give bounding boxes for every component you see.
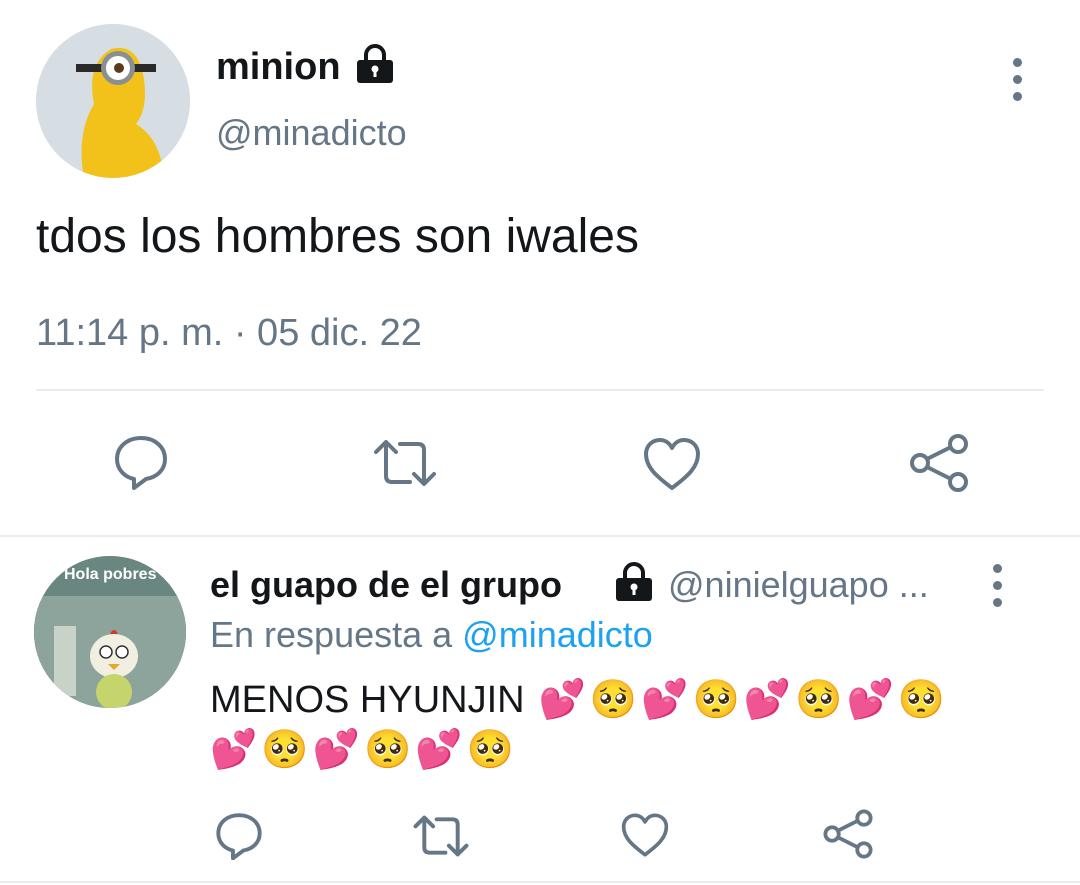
emoji: 🥺 <box>692 679 740 721</box>
tweet-text: tdos los hombres son iwales <box>36 210 639 263</box>
reply-icon[interactable] <box>214 810 264 860</box>
author-name[interactable]: minion <box>216 44 341 90</box>
reply-author-handle[interactable]: @ninielguapo ... <box>668 562 929 608</box>
emoji: 🥺 <box>466 729 514 771</box>
lock-icon <box>612 562 656 602</box>
emoji: 💕 <box>641 679 689 721</box>
tweet-timestamp: 11:14 p. m. · 05 dic. 22 <box>36 312 422 354</box>
emoji: 🥺 <box>261 729 309 771</box>
emoji: 💕 <box>415 729 463 771</box>
reply-prefix: En respuesta a <box>210 614 453 655</box>
reply-text-line2: 💕 🥺 💕 🥺 💕 🥺 <box>210 722 514 778</box>
bottom-divider <box>0 881 1080 883</box>
like-icon[interactable] <box>620 812 670 858</box>
avatar-caption: Hola pobres <box>64 566 157 583</box>
like-icon[interactable] <box>642 436 702 492</box>
reply-context: En respuesta a @minadicto <box>210 612 653 658</box>
divider <box>36 389 1044 391</box>
more-options-icon[interactable] <box>992 564 1002 607</box>
reply-author-name[interactable]: el guapo de el grupo <box>210 562 562 608</box>
emoji: 💕 <box>538 679 586 721</box>
lock-icon <box>354 44 396 84</box>
emoji: 💕 <box>846 679 894 721</box>
author-handle[interactable]: @minadicto <box>216 110 407 156</box>
section-divider <box>0 535 1080 537</box>
emoji: 🥺 <box>589 679 638 721</box>
emoji: 🥺 <box>363 729 412 771</box>
reply-author-avatar[interactable]: Hola pobres <box>34 556 186 708</box>
reply-icon[interactable] <box>112 432 170 490</box>
reply-text-line1: MENOS HYUNJIN 💕 🥺 💕 🥺 💕 🥺 💕 🥺 <box>210 672 945 728</box>
retweet-icon[interactable] <box>412 812 470 860</box>
author-avatar[interactable] <box>36 24 190 178</box>
reply-text: MENOS HYUNJIN <box>210 679 525 721</box>
emoji: 🥺 <box>795 679 843 721</box>
share-icon[interactable] <box>822 808 874 860</box>
emoji: 💕 <box>743 679 792 721</box>
more-options-icon[interactable] <box>1012 58 1022 101</box>
emoji: 💕 <box>312 729 360 771</box>
reply-to-mention[interactable]: @minadicto <box>462 614 653 655</box>
share-icon[interactable] <box>908 432 970 494</box>
retweet-icon[interactable] <box>372 436 438 490</box>
emoji: 💕 <box>210 729 258 771</box>
emoji: 🥺 <box>897 679 946 721</box>
